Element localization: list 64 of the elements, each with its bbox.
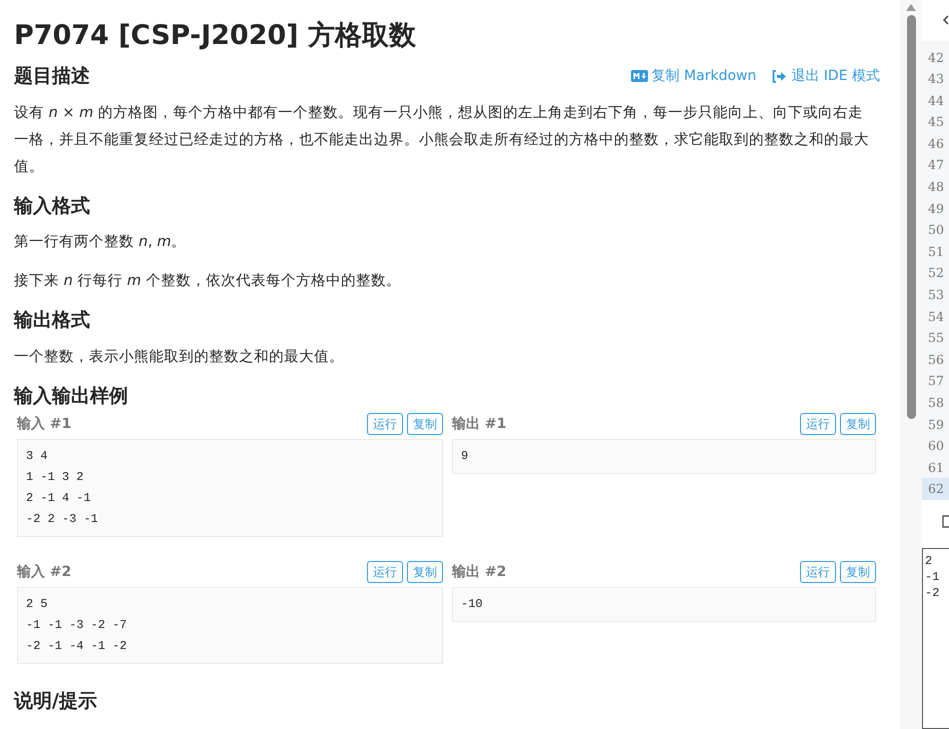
paragraph: 接下来 n 行每行 m 个整数，依次代表每个方格中的整数。	[14, 272, 402, 292]
line-number: 57	[927, 372, 945, 390]
line-number: 48	[927, 178, 945, 196]
line-number: 60	[927, 437, 945, 456]
line-number: 47	[927, 156, 945, 174]
line-number: 53	[927, 286, 945, 304]
exit-ide-link[interactable]: 退出 IDE 模式	[772, 66, 880, 87]
scroll-up-icon[interactable]	[906, 4, 916, 11]
line-number: 50	[927, 221, 945, 240]
scrollbar-thumb[interactable]	[906, 15, 916, 419]
line-number: 58	[927, 394, 945, 412]
problem-title: P7074 [CSP-J2020] 方格取数	[14, 19, 417, 53]
line-number: 54	[927, 308, 945, 326]
line-number: 59	[927, 416, 945, 434]
line-number: 46	[927, 134, 945, 153]
paragraph: 设有 n × m 的方格图，每个方格中都有一个整数。现有一只小熊，想从图的左上角走到右下角，每一步只能向上、向下或向右走一格，并且不能重复经过已经走过的方格，也不能走出边界。小熊会取走所有经过的方格中的整数，求它能取到的整数之和的最大值。	[14, 104, 870, 177]
code-line: 2 -1 4 -1	[26, 490, 92, 508]
section-heading: 输入输出样例	[14, 384, 129, 409]
exit-icon	[772, 70, 788, 83]
line-number: 44	[927, 92, 945, 110]
copy-button[interactable]: 复制	[407, 413, 443, 436]
line-number: 42	[927, 48, 945, 66]
line-number: 55	[927, 329, 945, 348]
line-number: 45	[927, 113, 945, 132]
section-heading: 题目描述	[14, 64, 90, 90]
paragraph: 第一行有两个整数 n, m。	[14, 233, 188, 252]
input-field[interactable]: 2 -1 -2	[922, 548, 949, 729]
line-number: 61	[927, 458, 945, 477]
chevron-left-icon[interactable]	[942, 14, 949, 25]
sample-label: 输入 #2	[17, 562, 72, 582]
sample-label: 输出 #2	[452, 562, 506, 582]
run-button[interactable]: 运行	[800, 413, 836, 436]
copy-button[interactable]: 复制	[407, 561, 443, 584]
section-heading: 输出格式	[14, 308, 90, 334]
line-number: 43	[927, 70, 945, 88]
line-number: 51	[927, 242, 945, 261]
section-heading: 说明/提示	[14, 689, 98, 714]
code-line: 9	[461, 448, 470, 466]
code-line: 1 -1 3 2	[26, 469, 85, 486]
code-line: -1	[925, 569, 940, 586]
paragraph: 一个整数，表示小熊能取到的整数之和的最大值。	[14, 348, 345, 367]
copy-button[interactable]: 复制	[840, 413, 876, 436]
run-button[interactable]: 运行	[367, 413, 403, 436]
run-button[interactable]: 运行	[800, 561, 836, 584]
code-line: -1 -1 -3 -2 -7	[26, 617, 128, 634]
code-line: -2	[925, 585, 940, 602]
copy-button[interactable]: 复制	[840, 561, 876, 584]
sample-label: 输出 #1	[452, 414, 506, 434]
code-line: -2 2 -3 -1	[26, 511, 100, 528]
line-number: 52	[927, 264, 945, 282]
sample-label: 输入 #1	[17, 414, 72, 434]
line-number: 62	[922, 478, 949, 500]
code-line: -10	[461, 596, 484, 614]
markdown-icon	[630, 70, 648, 82]
code-line: 3 4	[26, 448, 49, 466]
copy-markdown-link[interactable]: 复制 Markdown	[630, 66, 756, 87]
code-line: 2	[925, 553, 934, 570]
line-number: 56	[927, 350, 945, 369]
section-heading: 输入格式	[14, 194, 90, 219]
document-icon[interactable]	[942, 515, 949, 528]
code-line: -2 -1 -4 -1 -2	[26, 638, 128, 656]
line-number: 49	[927, 200, 945, 218]
run-button[interactable]: 运行	[367, 561, 403, 584]
code-line: 2 5	[26, 596, 49, 614]
